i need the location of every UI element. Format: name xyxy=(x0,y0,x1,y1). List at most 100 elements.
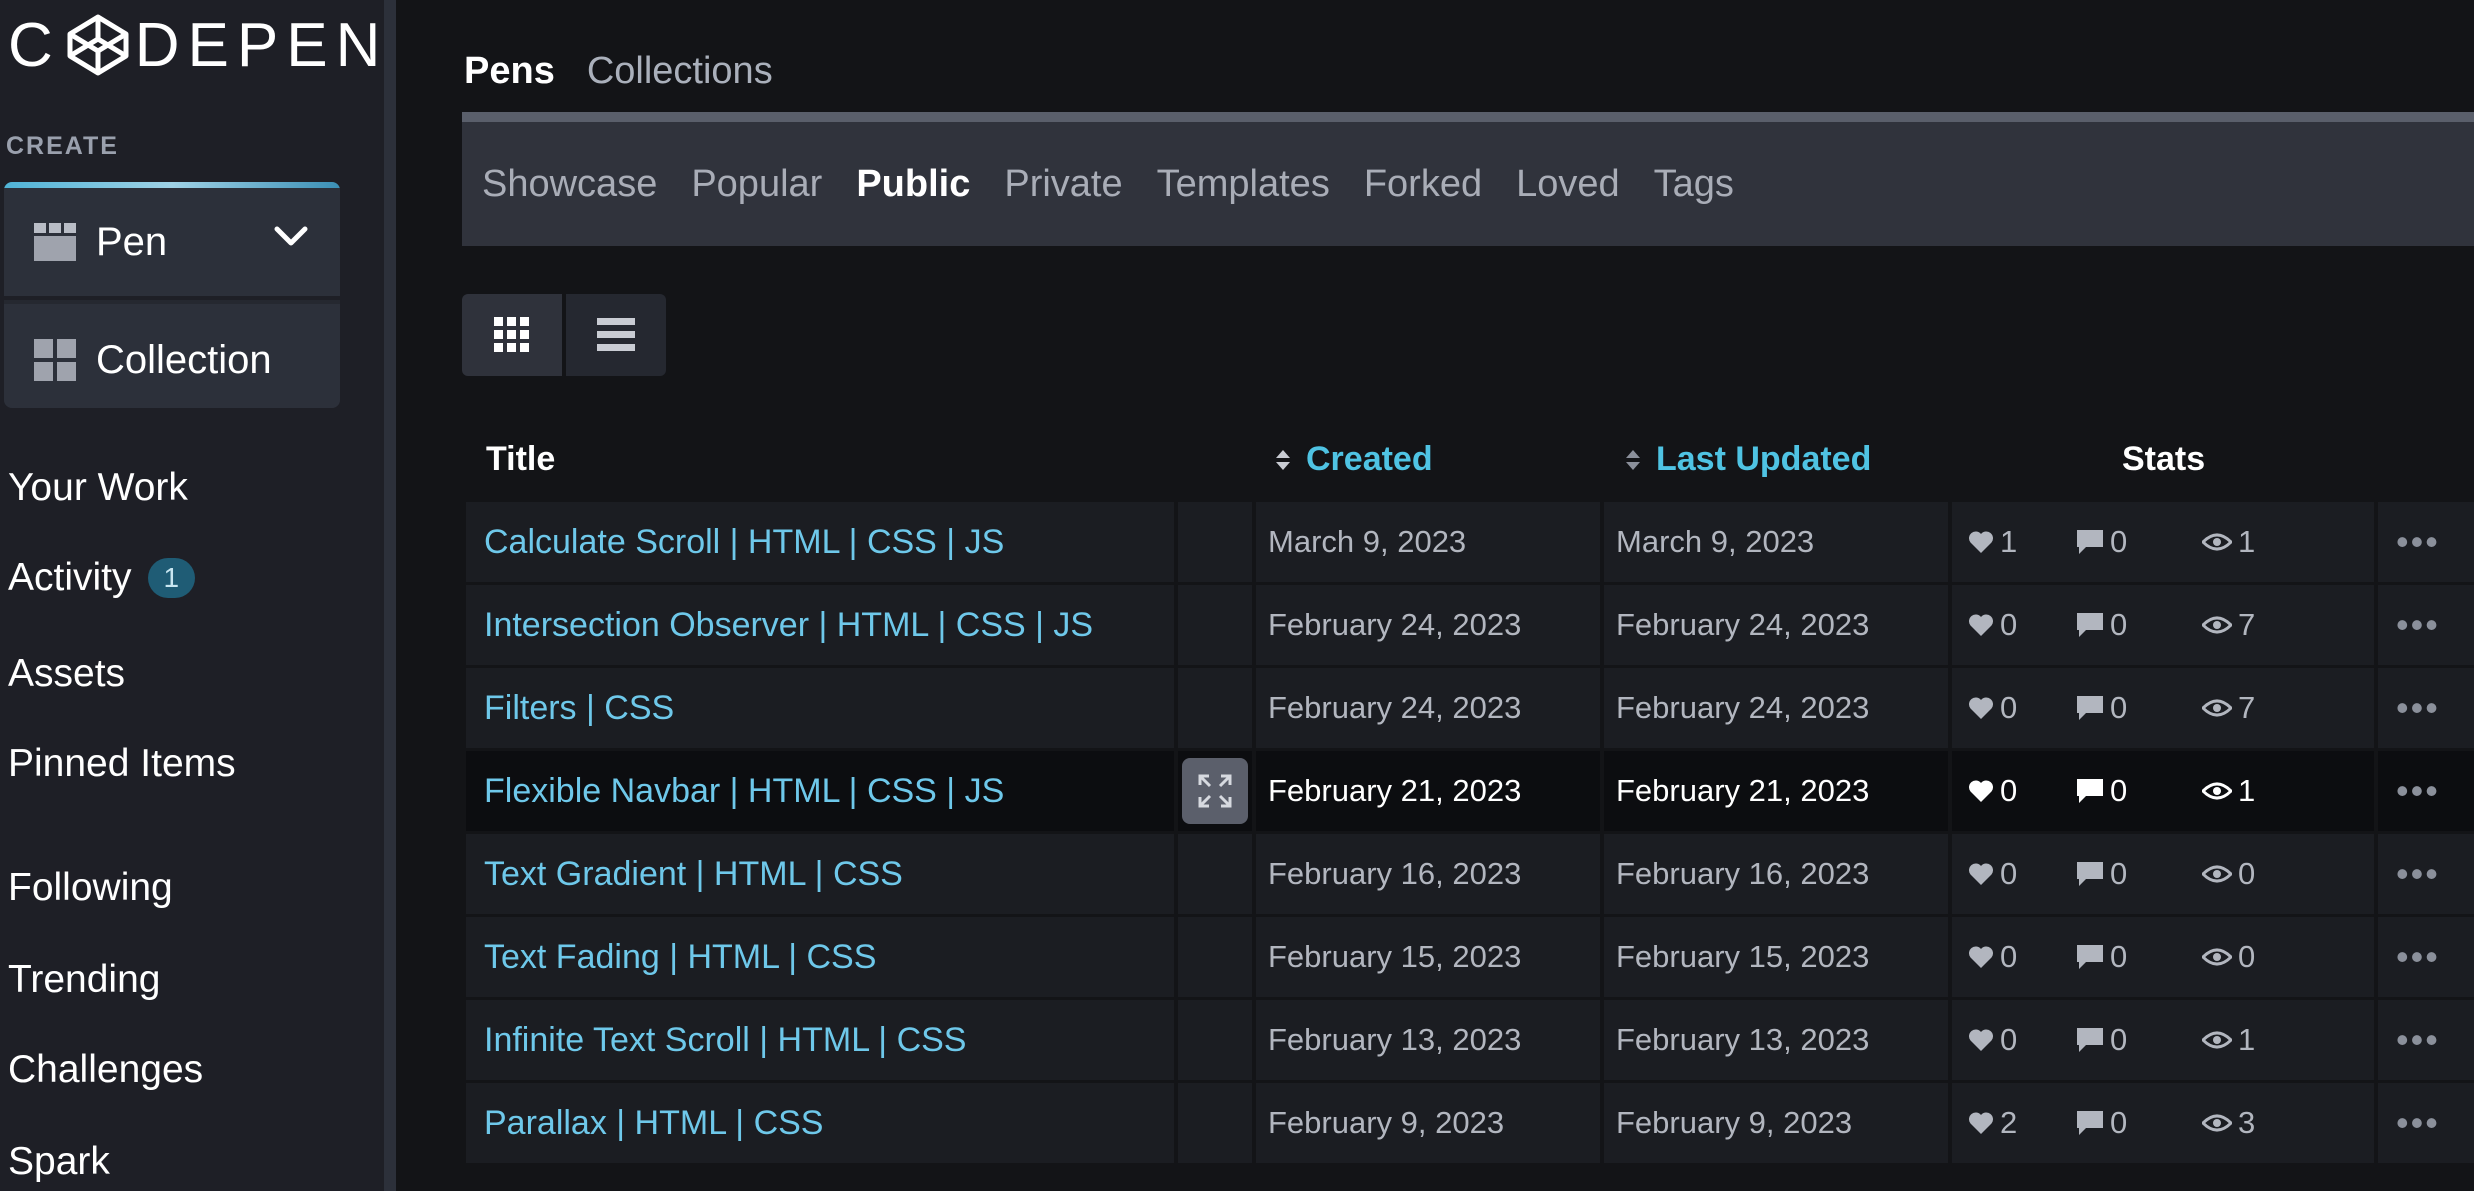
pen-title-link[interactable]: Parallax | HTML | CSS xyxy=(466,1083,1174,1163)
table-row[interactable]: Text Fading | HTML | CSS February 15, 20… xyxy=(466,917,2474,1000)
table-row[interactable]: Infinite Text Scroll | HTML | CSS Februa… xyxy=(466,1000,2474,1083)
nav-your-work[interactable]: Your Work xyxy=(8,466,188,510)
create-collection-button[interactable]: Collection xyxy=(4,304,340,408)
expand-preview-button[interactable] xyxy=(1182,758,1248,824)
comments-stat[interactable]: 0 xyxy=(2076,524,2127,560)
table-row[interactable]: Calculate Scroll | HTML | CSS | JS March… xyxy=(466,502,2474,585)
likes-stat[interactable]: 2 xyxy=(1968,1105,2017,1141)
likes-stat[interactable]: 0 xyxy=(1968,773,2017,809)
pen-title[interactable]: Intersection Observer | HTML | CSS | JS xyxy=(484,606,1093,645)
grid-view-icon xyxy=(494,317,529,352)
comment-icon xyxy=(2077,1028,2103,1052)
more-options-button[interactable]: ••• xyxy=(2378,834,2474,914)
updated-date: February 13, 2023 xyxy=(1604,1000,1948,1080)
chevron-down-icon[interactable] xyxy=(274,226,308,248)
more-options-button[interactable]: ••• xyxy=(2378,668,2474,748)
pen-title-link[interactable]: Intersection Observer | HTML | CSS | JS xyxy=(466,585,1174,665)
pen-title-link[interactable]: Text Gradient | HTML | CSS xyxy=(466,834,1174,914)
pen-title-link[interactable]: Infinite Text Scroll | HTML | CSS xyxy=(466,1000,1174,1080)
column-title: Title xyxy=(486,440,555,479)
tab-loved[interactable]: Loved xyxy=(1516,163,1620,206)
likes-stat[interactable]: 0 xyxy=(1968,690,2017,726)
pen-title[interactable]: Infinite Text Scroll | HTML | CSS xyxy=(484,1021,966,1060)
pen-title-link[interactable]: Text Fading | HTML | CSS xyxy=(466,917,1174,997)
comments-count: 0 xyxy=(2110,607,2128,642)
sort-last-updated-button[interactable]: Last Updated xyxy=(1624,440,1871,479)
nav-assets[interactable]: Assets xyxy=(8,652,125,696)
tab-private[interactable]: Private xyxy=(1004,163,1122,206)
nav-trending[interactable]: Trending xyxy=(8,958,160,1002)
pen-title-link[interactable]: Calculate Scroll | HTML | CSS | JS xyxy=(466,502,1174,582)
likes-count: 2 xyxy=(2000,1105,2018,1140)
create-pen-button[interactable]: Pen xyxy=(4,188,340,300)
comments-stat[interactable]: 0 xyxy=(2076,690,2127,726)
views-stat: 1 xyxy=(2202,773,2255,809)
pen-title[interactable]: Flexible Navbar | HTML | CSS | JS xyxy=(484,772,1004,811)
comments-stat[interactable]: 0 xyxy=(2076,773,2127,809)
tab-templates[interactable]: Templates xyxy=(1157,163,1330,206)
updated-date: February 24, 2023 xyxy=(1604,668,1948,748)
likes-stat[interactable]: 1 xyxy=(1968,524,2017,560)
comments-stat[interactable]: 0 xyxy=(2076,607,2127,643)
sidebar-divider[interactable] xyxy=(384,0,396,1191)
comments-count: 0 xyxy=(2110,524,2128,559)
likes-count: 1 xyxy=(2000,524,2018,559)
table-row[interactable]: Filters | CSS February 24, 2023 February… xyxy=(466,668,2474,751)
likes-stat[interactable]: 0 xyxy=(1968,939,2017,975)
grid-view-button[interactable] xyxy=(462,294,562,376)
table-row[interactable]: Parallax | HTML | CSS February 9, 2023 F… xyxy=(466,1083,2474,1166)
sort-created-button[interactable]: Created xyxy=(1274,440,1433,479)
tab-public[interactable]: Public xyxy=(856,163,970,206)
pen-title[interactable]: Filters | CSS xyxy=(484,689,674,728)
more-options-button[interactable]: ••• xyxy=(2378,1083,2474,1163)
updated-date-text: February 24, 2023 xyxy=(1616,607,1870,642)
comments-stat[interactable]: 0 xyxy=(2076,856,2127,892)
create-box: Pen Collection xyxy=(4,182,340,408)
nav-spark[interactable]: Spark xyxy=(8,1140,110,1184)
likes-stat[interactable]: 0 xyxy=(1968,1022,2017,1058)
likes-stat[interactable]: 0 xyxy=(1968,856,2017,892)
more-options-button[interactable]: ••• xyxy=(2378,585,2474,665)
comments-stat[interactable]: 0 xyxy=(2076,1105,2127,1141)
created-date-text: February 9, 2023 xyxy=(1268,1105,1505,1140)
heart-icon xyxy=(1968,1029,1994,1051)
nav-activity[interactable]: Activity 1 xyxy=(8,556,196,600)
tab-showcase[interactable]: Showcase xyxy=(482,163,657,206)
created-date: March 9, 2023 xyxy=(1256,502,1600,582)
nav-following[interactable]: Following xyxy=(8,866,173,910)
views-stat: 1 xyxy=(2202,1022,2255,1058)
created-date-text: February 13, 2023 xyxy=(1268,1022,1522,1057)
nav-pinned-items[interactable]: Pinned Items xyxy=(8,742,236,786)
more-options-button[interactable]: ••• xyxy=(2378,751,2474,831)
pen-title-link[interactable]: Filters | CSS xyxy=(466,668,1174,748)
pen-title-link[interactable]: Flexible Navbar | HTML | CSS | JS xyxy=(466,751,1174,831)
likes-stat[interactable]: 0 xyxy=(1968,607,2017,643)
pen-title[interactable]: Text Fading | HTML | CSS xyxy=(484,938,876,977)
table-row[interactable]: Intersection Observer | HTML | CSS | JS … xyxy=(466,585,2474,668)
more-options-icon: ••• xyxy=(2396,1019,2440,1060)
list-view-button[interactable] xyxy=(566,294,666,376)
pen-title[interactable]: Text Gradient | HTML | CSS xyxy=(484,855,903,894)
more-options-button[interactable]: ••• xyxy=(2378,1000,2474,1080)
stats-cell: 0 0 1 xyxy=(1952,751,2374,831)
codepen-logo[interactable]: C DEPEN xyxy=(8,10,388,80)
table-row[interactable]: Flexible Navbar | HTML | CSS | JS Februa… xyxy=(466,751,2474,834)
pen-title[interactable]: Parallax | HTML | CSS xyxy=(484,1104,824,1143)
nav-challenges[interactable]: Challenges xyxy=(8,1048,203,1092)
comments-stat[interactable]: 0 xyxy=(2076,939,2127,975)
more-options-button[interactable]: ••• xyxy=(2378,502,2474,582)
expand-cell xyxy=(1178,834,1252,914)
pen-title[interactable]: Calculate Scroll | HTML | CSS | JS xyxy=(484,523,1004,562)
activity-count-badge: 1 xyxy=(147,558,196,598)
tab-pens[interactable]: Pens xyxy=(464,50,555,93)
tab-popular[interactable]: Popular xyxy=(691,163,822,206)
tab-collections[interactable]: Collections xyxy=(587,50,773,93)
nav-label: Pinned Items xyxy=(8,742,236,785)
eye-icon xyxy=(2202,1031,2232,1049)
created-date: February 9, 2023 xyxy=(1256,1083,1600,1163)
more-options-button[interactable]: ••• xyxy=(2378,917,2474,997)
tab-tags[interactable]: Tags xyxy=(1654,163,1734,206)
table-row[interactable]: Text Gradient | HTML | CSS February 16, … xyxy=(466,834,2474,917)
tab-forked[interactable]: Forked xyxy=(1364,163,1482,206)
comments-stat[interactable]: 0 xyxy=(2076,1022,2127,1058)
